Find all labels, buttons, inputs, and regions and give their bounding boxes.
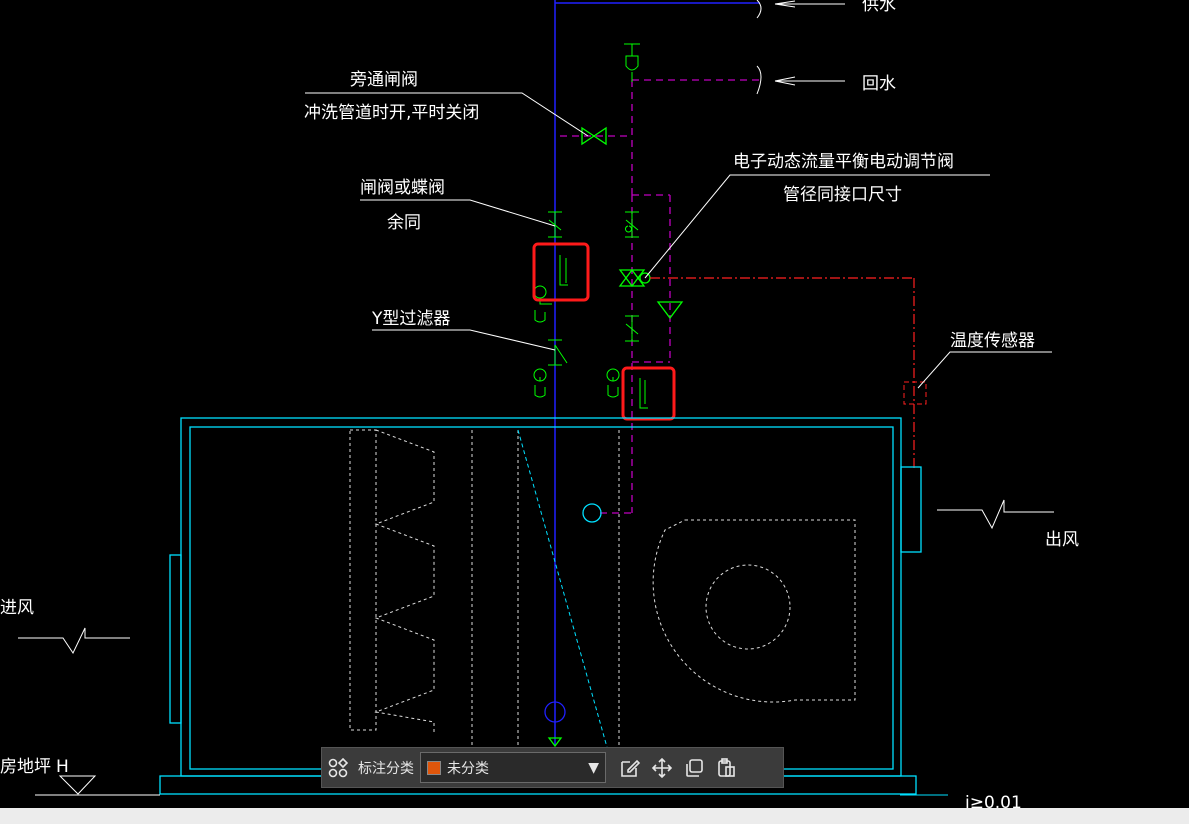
edit-icon[interactable] — [614, 752, 646, 784]
grid-apps-icon[interactable] — [322, 752, 354, 784]
return-water-label: 回水 — [862, 74, 896, 94]
bypass-valve-label-1: 旁通闸阀 — [350, 70, 418, 90]
highlight-box[interactable] — [621, 366, 676, 421]
gate-valve-label-1: 闸阀或蝶阀 — [360, 178, 445, 198]
highlight-box[interactable] — [532, 242, 590, 302]
category-value: 未分类 — [447, 760, 489, 777]
y-filter-label: Y型过滤器 — [371, 309, 450, 329]
control-line — [650, 277, 915, 470]
floor-label: 房地坪 — [0, 757, 51, 777]
return-pipe — [560, 79, 760, 514]
annotation-toolbar: 标注分类 未分类 ▼ — [321, 747, 784, 788]
temperature-sensor-icon — [903, 381, 927, 405]
paste-icon[interactable] — [710, 752, 742, 784]
air-in-label: 进风 — [0, 598, 34, 618]
cad-drawing[interactable]: 供水 回水 旁通闸阀 冲洗管道时开,平时关闭 闸阀或蝶阀 余同 电子动态流量平衡 — [0, 0, 1189, 824]
control-valve-icon — [618, 268, 684, 320]
copy-icon[interactable] — [678, 752, 710, 784]
dropdown-arrow-icon: ▼ — [588, 759, 599, 776]
category-select[interactable]: 未分类 ▼ — [420, 752, 606, 783]
air-vent-icon — [624, 43, 640, 82]
status-strip — [0, 808, 1189, 824]
air-handling-unit — [159, 417, 922, 795]
floor-mark: H — [56, 757, 69, 777]
temp-sensor-label: 温度传感器 — [950, 331, 1035, 351]
control-valve-label-2: 管径同接口尺寸 — [783, 185, 902, 205]
supply-water-label: 供水 — [862, 0, 896, 15]
unit-internals — [349, 429, 856, 765]
gate-valve-label-2: 余同 — [387, 213, 421, 233]
move-icon[interactable] — [646, 752, 678, 784]
bypass-valve-label-2: 冲洗管道时开,平时关闭 — [304, 103, 479, 123]
category-color-swatch — [427, 760, 441, 775]
air-out-label: 出风 — [1045, 530, 1079, 550]
gauge-icon — [533, 285, 620, 398]
y-filter-icon — [548, 339, 568, 366]
annotation-category-label: 标注分类 — [358, 760, 414, 777]
control-valve-label-1: 电子动态流量平衡电动调节阀 — [733, 152, 954, 172]
